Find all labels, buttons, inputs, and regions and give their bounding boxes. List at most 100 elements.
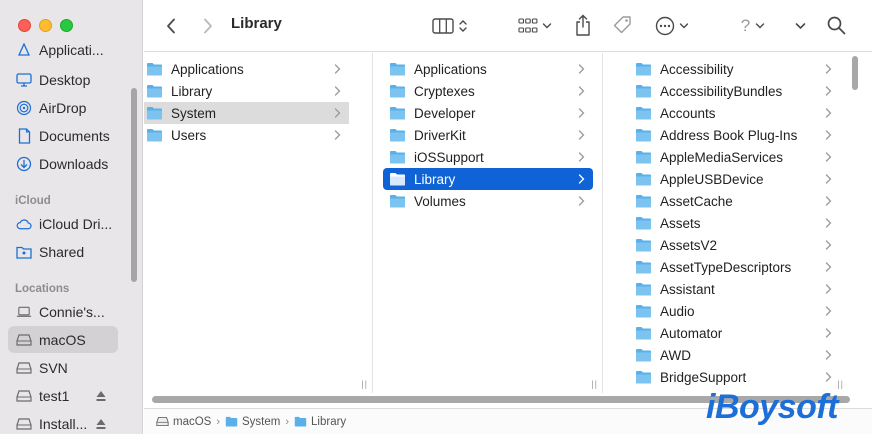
folder-icon [146,128,171,142]
sidebar-item-svn[interactable]: SVN [8,354,118,381]
list-item-label: Library [171,83,213,99]
folder-icon [389,128,414,142]
close-window-button[interactable] [18,19,31,32]
folder-icon [635,84,660,98]
list-item-label: BridgeSupport [660,369,747,385]
list-item[interactable]: Accessibility [603,58,840,80]
list-item[interactable]: System [144,102,349,124]
list-item[interactable]: AssetsV2 [603,234,840,256]
folder-icon [389,62,414,76]
sidebar-item-applications[interactable]: Applicati... [8,38,118,62]
sidebar: Applicati... Desktop AirDrop Documents D… [0,0,143,434]
list-item[interactable]: Audio [603,300,840,322]
eject-icon[interactable] [96,390,106,402]
list-item-label: Automator [660,325,723,341]
folder-icon [635,370,660,384]
minimize-window-button[interactable] [39,19,52,32]
list-item[interactable]: AssetTypeDescriptors [603,256,840,278]
list-item[interactable]: Accounts [603,102,840,124]
document-icon [16,127,32,144]
list-item-label: Audio [660,303,695,319]
list-item[interactable]: Assets [603,212,840,234]
list-item[interactable]: Library [383,168,593,190]
list-item[interactable]: Assistant [603,278,840,300]
watermark-logo: iBoysoft [706,388,839,426]
list-item[interactable]: Applications [144,58,349,80]
sidebar-item-connies-mac[interactable]: Connie's... [8,298,118,325]
eject-icon[interactable] [96,418,106,430]
folder-icon [635,150,660,164]
folder-icon [294,416,311,427]
action-button[interactable] [652,14,692,38]
sidebar-item-documents[interactable]: Documents [8,122,118,149]
sidebar-item-icloud-drive[interactable]: iCloud Dri... [8,210,118,237]
path-segment[interactable]: System [225,416,280,428]
list-item[interactable]: AccessibilityBundles [603,80,840,102]
list-item[interactable]: Library [144,80,349,102]
list-item-label: AWD [660,347,691,363]
view-mode-button[interactable] [429,14,471,38]
back-button[interactable] [162,16,180,36]
tags-button[interactable] [610,13,634,37]
column-resize-handle[interactable]: || [591,379,598,389]
sidebar-item-shared[interactable]: Shared [8,238,118,265]
sidebar-item-label: Documents [39,127,110,144]
folder-icon [635,106,660,120]
disk-icon [16,416,32,432]
list-item[interactable]: Address Book Plug-Ins [603,124,840,146]
list-item[interactable]: AppleUSBDevice [603,168,840,190]
list-item[interactable]: Volumes [383,190,593,212]
folder-icon [635,62,660,76]
list-item-label: Cryptexes [414,83,475,99]
folder-icon [635,172,660,186]
list-item[interactable]: Developer [383,102,593,124]
path-segment[interactable]: macOS [156,416,211,428]
list-item-label: AssetsV2 [660,237,718,253]
column-resize-handle[interactable]: || [361,379,368,389]
list-item[interactable]: AssetCache [603,190,840,212]
search-button[interactable] [824,13,848,37]
vertical-scrollbar[interactable] [852,56,858,90]
disk-icon [16,360,32,376]
sidebar-item-desktop[interactable]: Desktop [8,66,118,93]
list-item-label: AssetTypeDescriptors [660,259,792,275]
path-segment[interactable]: Library [294,416,346,428]
list-item[interactable]: Cryptexes [383,80,593,102]
sidebar-item-label: test1 [39,387,70,404]
forward-button[interactable] [199,16,217,36]
columns-view-icon [432,18,454,34]
list-item-label: Developer [414,105,476,121]
finder-window: Applicati... Desktop AirDrop Documents D… [0,0,872,434]
sidebar-item-macos[interactable]: macOS [8,326,118,353]
help-button[interactable]: ? [736,14,770,38]
column-resize-handle[interactable]: || [837,379,844,389]
folder-icon [635,238,660,252]
share-button[interactable] [572,12,594,38]
list-item[interactable]: Applications [383,58,593,80]
folder-icon [635,348,660,362]
path-segment-label: Library [311,415,347,428]
sidebar-item-label: Downloads [39,155,109,172]
toolbar: Library ? [144,0,872,52]
list-item-label: Assistant [660,281,715,297]
download-icon [16,156,32,172]
folder-icon [146,62,171,76]
list-item[interactable]: BridgeSupport [603,366,840,388]
sidebar-item-airdrop[interactable]: AirDrop [8,94,118,121]
sidebar-item-label: Install... [39,415,88,432]
list-item[interactable]: iOSSupport [383,146,593,168]
group-button[interactable] [516,14,554,38]
folder-icon [635,282,660,296]
list-item-label: AccessibilityBundles [660,83,783,99]
list-item[interactable]: AppleMediaServices [603,146,840,168]
help-label: ? [740,16,751,35]
list-item[interactable]: AWD [603,344,840,366]
zoom-window-button[interactable] [60,19,73,32]
window-controls [18,19,73,32]
list-item[interactable]: Automator [603,322,840,344]
sidebar-scrollbar[interactable] [131,88,137,282]
list-item[interactable]: DriverKit [383,124,593,146]
sidebar-item-downloads[interactable]: Downloads [8,150,118,177]
toolbar-overflow-button[interactable] [789,14,811,38]
list-item[interactable]: Users [144,124,349,146]
